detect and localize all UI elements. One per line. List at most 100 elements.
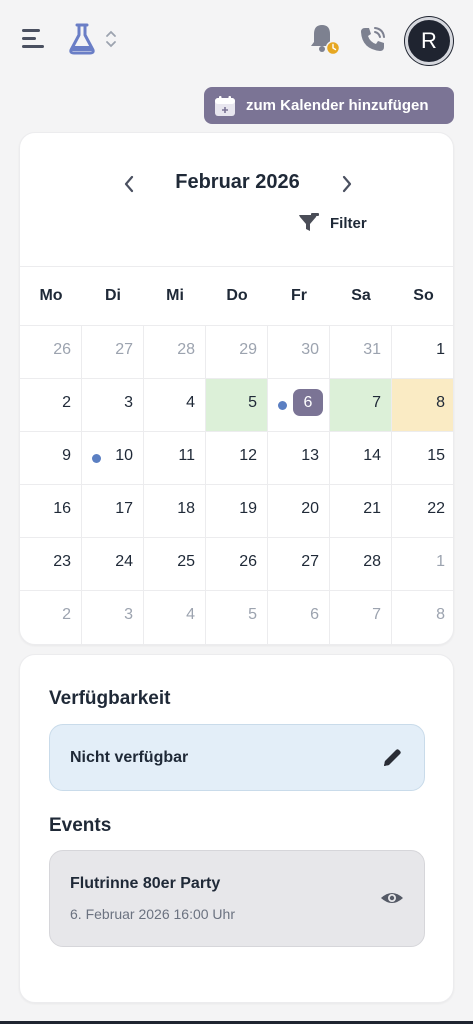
- calendar-day[interactable]: 3: [82, 379, 144, 431]
- calendar-day[interactable]: 20: [268, 485, 330, 537]
- month-title: Februar 2026: [175, 171, 300, 193]
- calendar-day[interactable]: 8: [392, 591, 453, 644]
- calendar-day[interactable]: 26: [206, 538, 268, 590]
- calendar-day[interactable]: 3: [82, 591, 144, 644]
- day-number: 1: [436, 341, 445, 358]
- calendar-day[interactable]: 17: [82, 485, 144, 537]
- phone-icon[interactable]: [358, 24, 388, 54]
- day-number: 18: [177, 500, 195, 517]
- calendar-day[interactable]: 15: [392, 432, 453, 484]
- calendar-day[interactable]: 5: [206, 591, 268, 644]
- day-number: 1: [436, 553, 445, 570]
- calendar-day[interactable]: 12: [206, 432, 268, 484]
- day-number: 4: [186, 394, 195, 411]
- weekday-label: Sa: [351, 287, 371, 304]
- calendar-day[interactable]: 8: [392, 379, 453, 431]
- day-number: 26: [53, 341, 71, 358]
- event-dot: [278, 401, 287, 410]
- calendar-day[interactable]: 21: [330, 485, 392, 537]
- calendar-day[interactable]: 24: [82, 538, 144, 590]
- day-number: 27: [115, 341, 133, 358]
- calendar-day[interactable]: 28: [144, 326, 206, 378]
- add-to-calendar-button[interactable]: zum Kalender hinzufügen: [204, 87, 454, 124]
- calendar-day[interactable]: 30: [268, 326, 330, 378]
- day-number: 9: [62, 447, 71, 464]
- weekday-label: Di: [105, 287, 121, 304]
- day-number: 8: [436, 394, 445, 411]
- calendar-day[interactable]: 1: [392, 326, 453, 378]
- day-number: 31: [363, 341, 381, 358]
- day-number: 28: [363, 553, 381, 570]
- calendar-day[interactable]: 2: [20, 379, 82, 431]
- avatar[interactable]: R: [405, 17, 453, 65]
- calendar-day[interactable]: 19: [206, 485, 268, 537]
- day-number: 22: [427, 500, 445, 517]
- calendar-day[interactable]: 18: [144, 485, 206, 537]
- calendar-day[interactable]: 22: [392, 485, 453, 537]
- day-number: 13: [301, 447, 319, 464]
- calendar-card: Februar 2026 Filter Mo Di Mi Do Fr Sa So 26 27 2…: [19, 132, 454, 645]
- event-dot: [92, 454, 101, 463]
- chevron-left-icon[interactable]: [118, 172, 140, 196]
- bell-clock-icon[interactable]: [306, 22, 342, 56]
- day-number: 7: [372, 606, 381, 623]
- day-number: 20: [301, 500, 319, 517]
- calendar-week-row: 2 3 4 5 6 7 8: [20, 591, 453, 644]
- calendar-day[interactable]: 9: [20, 432, 82, 484]
- day-number: 11: [178, 447, 195, 464]
- events-heading: Events: [49, 815, 112, 836]
- calendar-day-selected[interactable]: 6: [268, 379, 330, 431]
- details-card: Verfügbarkeit Nicht verfügbar Events Flu…: [19, 654, 454, 1003]
- day-number: 10: [115, 447, 133, 464]
- calendar-day[interactable]: 29: [206, 326, 268, 378]
- calendar-day[interactable]: 10: [82, 432, 144, 484]
- day-number: 27: [301, 553, 319, 570]
- calendar-day[interactable]: 4: [144, 379, 206, 431]
- chevron-updown-icon[interactable]: [104, 28, 118, 50]
- calendar-day[interactable]: 7: [330, 379, 392, 431]
- calendar-day[interactable]: 2: [20, 591, 82, 644]
- calendar-day[interactable]: 1: [392, 538, 453, 590]
- calendar-day[interactable]: 13: [268, 432, 330, 484]
- day-number: 3: [124, 394, 133, 411]
- calendar-day[interactable]: 28: [330, 538, 392, 590]
- day-number: 4: [186, 606, 195, 623]
- day-number: 17: [115, 500, 133, 517]
- calendar-day[interactable]: 16: [20, 485, 82, 537]
- calendar-day[interactable]: 14: [330, 432, 392, 484]
- chevron-right-icon[interactable]: [336, 172, 358, 196]
- calendar-day[interactable]: 7: [330, 591, 392, 644]
- day-number: 6: [293, 389, 323, 416]
- calendar-week-row: 26 27 28 29 30 31 1: [20, 326, 453, 379]
- calendar-day[interactable]: 4: [144, 591, 206, 644]
- day-number: 2: [62, 606, 71, 623]
- calendar-day[interactable]: 31: [330, 326, 392, 378]
- calendar-grid: Mo Di Mi Do Fr Sa So 26 27 28 29 30 31 1 2 3 4 5 6 7 8 9 10 11…: [20, 266, 453, 644]
- event-date: 6. Februar 2026 16:00 Uhr: [70, 906, 235, 922]
- calendar-day[interactable]: 26: [20, 326, 82, 378]
- calendar-day[interactable]: 27: [268, 538, 330, 590]
- flask-icon[interactable]: [66, 22, 98, 56]
- day-number: 14: [363, 447, 381, 464]
- top-bar: R: [0, 0, 473, 80]
- calendar-day[interactable]: 6: [268, 591, 330, 644]
- day-number: 7: [372, 394, 381, 411]
- availability-status-box[interactable]: Nicht verfügbar: [49, 724, 425, 791]
- menu-icon[interactable]: [22, 28, 46, 50]
- calendar-day[interactable]: 11: [144, 432, 206, 484]
- availability-heading: Verfügbarkeit: [49, 688, 171, 709]
- eye-icon[interactable]: [380, 887, 404, 909]
- day-number: 24: [115, 553, 133, 570]
- calendar-day[interactable]: 23: [20, 538, 82, 590]
- event-item[interactable]: Flutrinne 80er Party 6. Februar 2026 16:…: [49, 850, 425, 947]
- calendar-day[interactable]: 5: [206, 379, 268, 431]
- pencil-icon[interactable]: [380, 746, 404, 770]
- calendar-week-row: 23 24 25 26 27 28 1: [20, 538, 453, 591]
- filter-button[interactable]: Filter: [298, 211, 367, 235]
- calendar-day[interactable]: 27: [82, 326, 144, 378]
- calendar-week-row: 9 10 11 12 13 14 15: [20, 432, 453, 485]
- event-title: Flutrinne 80er Party: [70, 875, 221, 892]
- weekday-label: Fr: [291, 287, 307, 304]
- calendar-day[interactable]: 25: [144, 538, 206, 590]
- day-number: 19: [239, 500, 257, 517]
